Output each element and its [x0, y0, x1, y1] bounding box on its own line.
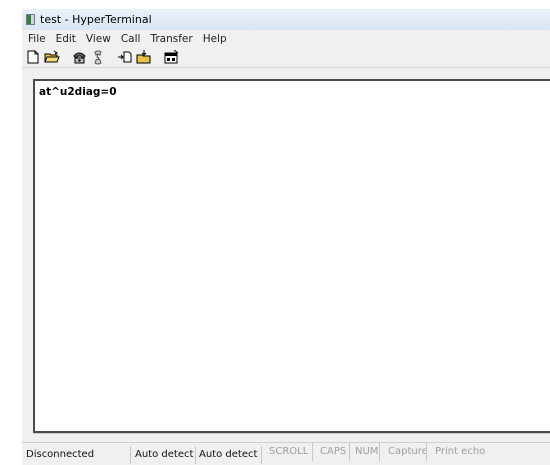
status-scroll: SCROLL	[269, 443, 313, 461]
status-bar: Disconnected Auto detect Auto detect SCR…	[22, 442, 550, 465]
title-bar: test - HyperTerminal	[22, 9, 550, 30]
receive-file-button[interactable]	[136, 49, 152, 65]
properties-icon	[164, 50, 178, 64]
terminal-output: at^u2diag=0	[39, 86, 117, 98]
connect-button[interactable]	[71, 49, 87, 65]
menu-bar: File Edit View Call Transfer Help	[22, 31, 550, 46]
new-connection-button[interactable]	[25, 49, 41, 65]
menu-help[interactable]: Help	[198, 33, 232, 45]
status-print-echo: Print echo	[435, 446, 486, 457]
menu-call[interactable]: Call	[116, 33, 146, 45]
disconnect-icon	[94, 50, 102, 64]
send-file-icon	[118, 51, 132, 63]
receive-file-icon	[136, 50, 151, 64]
horizontal-scrollbar[interactable]	[33, 433, 550, 442]
properties-button[interactable]	[163, 49, 179, 65]
window-title: test - HyperTerminal	[40, 13, 152, 26]
menu-transfer[interactable]: Transfer	[145, 33, 197, 45]
menu-edit[interactable]: Edit	[51, 33, 81, 45]
open-button[interactable]	[44, 49, 60, 65]
disconnect-button[interactable]	[90, 49, 106, 65]
connect-phone-icon	[72, 52, 86, 64]
status-auto-detect-2: Auto detect	[199, 446, 262, 464]
terminal-area[interactable]: at^u2diag=0	[33, 79, 550, 433]
status-caps: CAPS	[320, 443, 350, 461]
new-connection-icon	[27, 50, 39, 64]
status-connection: Disconnected	[26, 446, 131, 464]
menu-view[interactable]: View	[81, 33, 116, 45]
send-file-button[interactable]	[117, 49, 133, 65]
menu-file[interactable]: File	[22, 33, 51, 45]
status-auto-detect-1: Auto detect	[135, 446, 196, 464]
hyperterminal-window: test - HyperTerminal File Edit View Call…	[22, 9, 550, 465]
open-icon	[44, 50, 60, 63]
toolbar	[22, 47, 550, 68]
hyperterminal-app-icon	[26, 14, 35, 25]
status-num: NUM	[355, 443, 380, 461]
status-capture: Capture	[388, 443, 427, 461]
